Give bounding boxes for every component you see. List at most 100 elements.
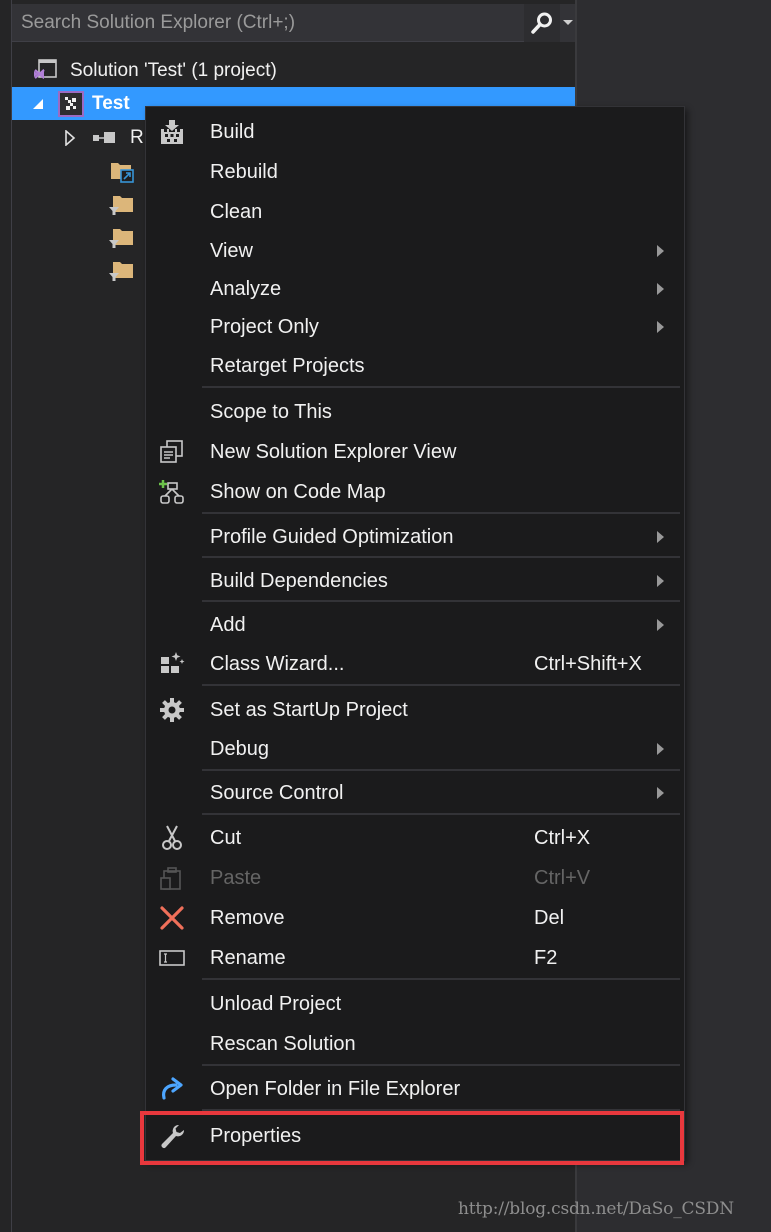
menu-item-label: Build (210, 120, 255, 143)
left-gutter (0, 0, 12, 1232)
menu-item-rebuild[interactable]: Rebuild (146, 153, 684, 191)
menu-item-label: Analyze (210, 277, 282, 300)
watermark: http://blog.csdn.net/DaSo_CSDN (458, 1199, 734, 1219)
scissors-icon (158, 824, 186, 852)
submenu-arrow-icon (657, 575, 664, 587)
submenu-arrow-icon (657, 743, 664, 755)
remove-x-icon (158, 904, 186, 932)
menu-item-shortcut: F2 (534, 946, 558, 969)
filter-folder-icon (109, 195, 133, 215)
menu-item-label: New Solution Explorer View (210, 440, 457, 463)
rename-icon (158, 944, 186, 972)
menu-item-label: Source Control (210, 781, 344, 804)
menu-item-unload-project[interactable]: Unload Project (146, 985, 684, 1023)
menu-item-rename[interactable]: Rename F2 (146, 939, 684, 977)
external-dependencies-folder-icon (111, 162, 134, 183)
filter-folder-icon (109, 228, 133, 248)
menu-item-label: Paste (210, 866, 262, 889)
menu-item-shortcut: Ctrl+V (534, 866, 591, 889)
menu-item-label: Add (210, 613, 246, 636)
menu-item-scope-to-this[interactable]: Scope to This (146, 393, 684, 431)
submenu-arrow-icon (657, 531, 664, 543)
tree-item-label: Solution 'Test' (1 project) (70, 59, 277, 81)
menu-item-source-control[interactable]: Source Control (146, 774, 684, 812)
menu-item-label: Remove (210, 906, 285, 929)
search-bar (12, 3, 576, 42)
search-options-dropdown[interactable] (560, 3, 576, 42)
menu-separator (202, 813, 680, 815)
search-button[interactable] (524, 3, 560, 42)
menu-separator (202, 684, 680, 686)
menu-separator (202, 600, 680, 602)
menu-item-build-dependencies[interactable]: Build Dependencies (146, 562, 684, 600)
cpp-project-icon (58, 90, 84, 117)
menu-separator (202, 512, 680, 514)
menu-item-show-on-code-map[interactable]: Show on Code Map (146, 473, 684, 511)
menu-item-view[interactable]: View (146, 232, 684, 270)
context-menu: Build Rebuild Clean View Analyze Project… (145, 106, 685, 1161)
menu-item-shortcut: Ctrl+X (534, 826, 591, 849)
properties-highlight-annotation (140, 1111, 684, 1165)
class-wizard-icon (158, 650, 186, 678)
submenu-arrow-icon (657, 787, 664, 799)
menu-item-new-solution-explorer-view[interactable]: New Solution Explorer View (146, 433, 684, 471)
menu-item-project-only[interactable]: Project Only (146, 308, 684, 346)
menu-item-label: Cut (210, 826, 242, 849)
menu-item-label: Profile Guided Optimization (210, 525, 454, 548)
menu-item-paste: Paste Ctrl+V (146, 859, 684, 897)
menu-item-label: Build Dependencies (210, 569, 388, 592)
collapsed-triangle-icon[interactable] (62, 129, 78, 146)
paste-icon (158, 864, 186, 892)
menu-item-label: Rename (210, 946, 286, 969)
filter-folder-icon (109, 261, 133, 281)
menu-separator (202, 1064, 680, 1066)
menu-item-label: Set as StartUp Project (210, 698, 408, 721)
menu-item-class-wizard[interactable]: Class Wizard... Ctrl+Shift+X (146, 645, 684, 683)
tree-item-label: R (130, 126, 144, 148)
menu-item-shortcut: Ctrl+Shift+X (534, 652, 642, 675)
references-icon (93, 131, 115, 143)
menu-item-label: Retarget Projects (210, 354, 365, 377)
open-folder-arrow-icon (158, 1075, 186, 1103)
build-icon (158, 118, 186, 146)
menu-item-label: Debug (210, 737, 269, 760)
menu-item-label: Clean (210, 200, 263, 223)
menu-item-label: Show on Code Map (210, 480, 386, 503)
menu-item-cut[interactable]: Cut Ctrl+X (146, 819, 684, 857)
submenu-arrow-icon (657, 619, 664, 631)
menu-item-open-folder-in-file-explorer[interactable]: Open Folder in File Explorer (146, 1070, 684, 1108)
submenu-arrow-icon (657, 321, 664, 333)
menu-item-label: Rescan Solution (210, 1032, 356, 1055)
menu-item-debug[interactable]: Debug (146, 730, 684, 768)
menu-item-rescan-solution[interactable]: Rescan Solution (146, 1025, 684, 1063)
menu-item-label: Class Wizard... (210, 652, 345, 675)
menu-item-set-as-startup-project[interactable]: Set as StartUp Project (146, 691, 684, 729)
menu-item-build[interactable]: Build (146, 113, 684, 151)
menu-item-label: View (210, 239, 253, 262)
search-icon (531, 12, 552, 34)
menu-item-clean[interactable]: Clean (146, 193, 684, 231)
menu-item-label: Open Folder in File Explorer (210, 1077, 461, 1100)
menu-item-label: Rebuild (210, 160, 278, 183)
tree-item-references[interactable]: R (62, 121, 144, 154)
chevron-down-icon (563, 20, 573, 25)
menu-item-add[interactable]: Add (146, 606, 684, 644)
solution-icon (34, 58, 57, 79)
submenu-arrow-icon (657, 245, 664, 257)
menu-item-profile-guided-optimization[interactable]: Profile Guided Optimization (146, 518, 684, 556)
search-input[interactable] (12, 4, 524, 41)
menu-item-analyze[interactable]: Analyze (146, 270, 684, 308)
menu-item-shortcut: Del (534, 906, 565, 929)
menu-item-label: Unload Project (210, 992, 342, 1015)
tree-item-solution[interactable]: Solution 'Test' (1 project) (32, 54, 277, 87)
menu-separator (202, 556, 680, 558)
menu-item-retarget-projects[interactable]: Retarget Projects (146, 347, 684, 385)
gear-icon (158, 696, 186, 724)
new-explorer-view-icon (158, 438, 186, 466)
code-map-icon (158, 478, 186, 506)
menu-item-remove[interactable]: Remove Del (146, 899, 684, 937)
expanded-triangle-icon[interactable] (30, 98, 46, 110)
menu-item-label: Scope to This (210, 400, 332, 423)
tree-item-label: Test (92, 92, 130, 114)
menu-item-label: Project Only (210, 315, 319, 338)
